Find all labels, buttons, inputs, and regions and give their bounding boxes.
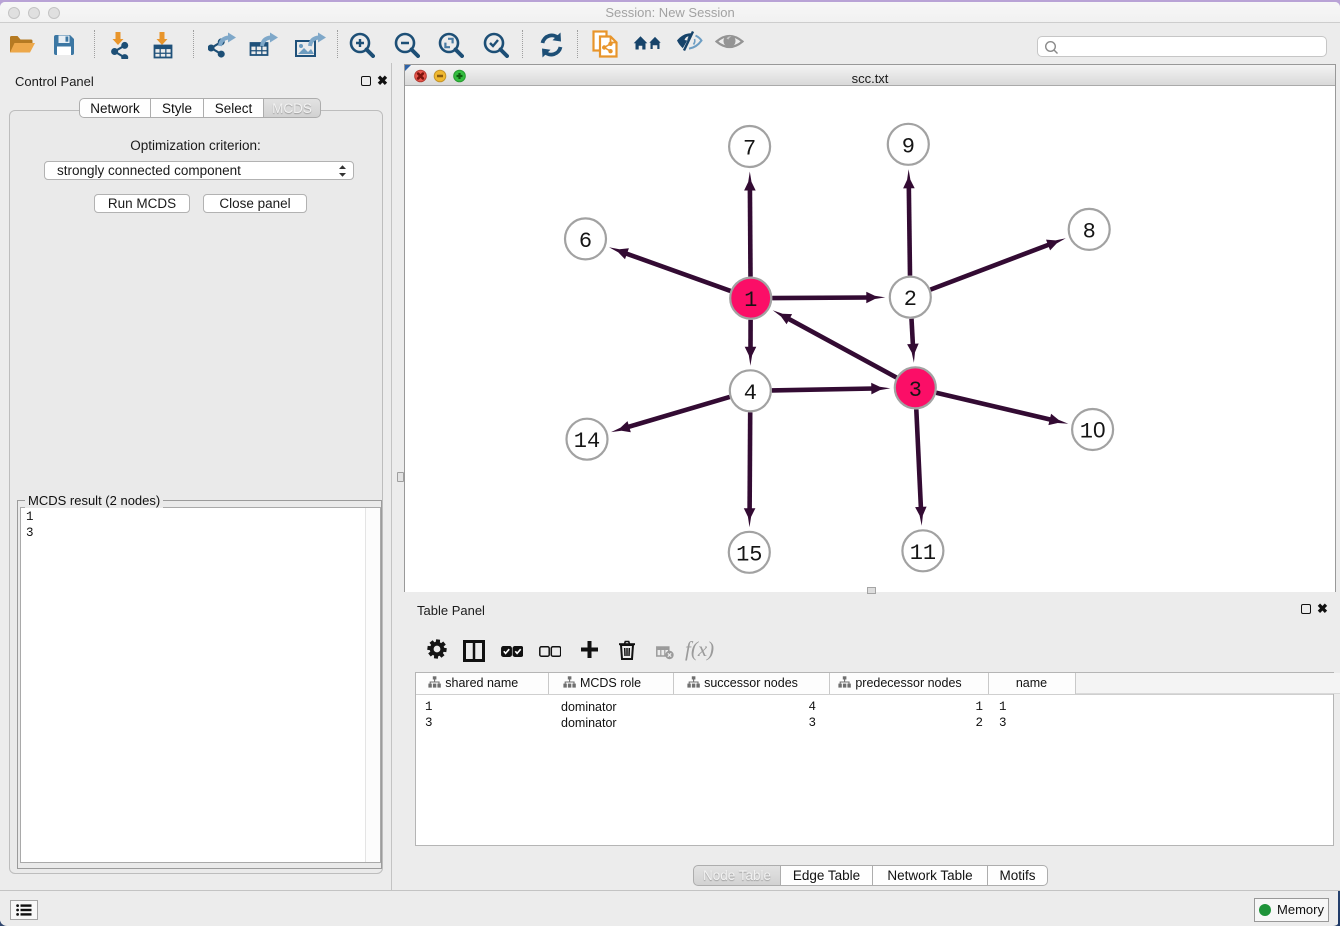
svg-text:15: 15 [736, 542, 762, 567]
svg-text:14: 14 [574, 429, 600, 454]
svg-text:3: 3 [909, 378, 922, 403]
svg-text:7: 7 [743, 137, 756, 162]
svg-text:6: 6 [579, 229, 592, 254]
svg-text:1: 1 [744, 288, 757, 313]
svg-text:10: 10 [1080, 418, 1106, 445]
svg-text:8: 8 [1083, 219, 1096, 244]
svg-text:9: 9 [902, 134, 915, 159]
svg-text:2: 2 [904, 287, 917, 312]
svg-text:4: 4 [744, 381, 757, 406]
svg-text:11: 11 [910, 541, 936, 566]
